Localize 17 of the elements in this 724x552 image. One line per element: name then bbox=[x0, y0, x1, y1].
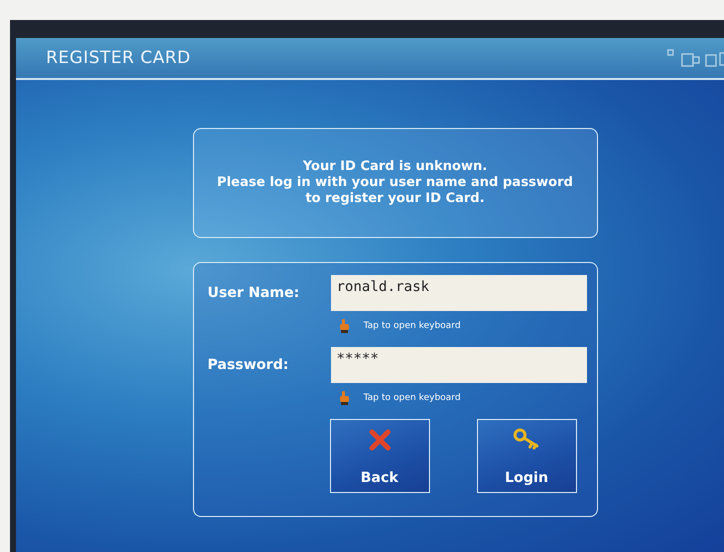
message-text: to register your ID Card. bbox=[305, 191, 485, 207]
screen-title: REGISTER CARD bbox=[46, 48, 191, 68]
field-label: User Name: bbox=[208, 285, 300, 301]
back-button[interactable]: Back bbox=[330, 419, 430, 493]
input-field[interactable]: ronald.rask bbox=[330, 275, 586, 311]
keyboard-hint: Tap to open keyboard bbox=[364, 393, 461, 403]
key-icon bbox=[512, 428, 540, 450]
input-field[interactable]: ***** bbox=[330, 347, 586, 383]
field-label: Password: bbox=[208, 357, 290, 373]
message-text: Your ID Card is unknown. bbox=[302, 159, 488, 175]
pointing-hand-icon bbox=[338, 391, 350, 405]
window-icons bbox=[666, 47, 724, 69]
pointing-hand-icon bbox=[338, 319, 350, 333]
login-button[interactable]: Login bbox=[476, 419, 576, 493]
keyboard-hint: Tap to open keyboard bbox=[364, 321, 461, 331]
close-icon bbox=[368, 428, 392, 452]
message-text: Please log in with your user name and password bbox=[217, 175, 573, 191]
